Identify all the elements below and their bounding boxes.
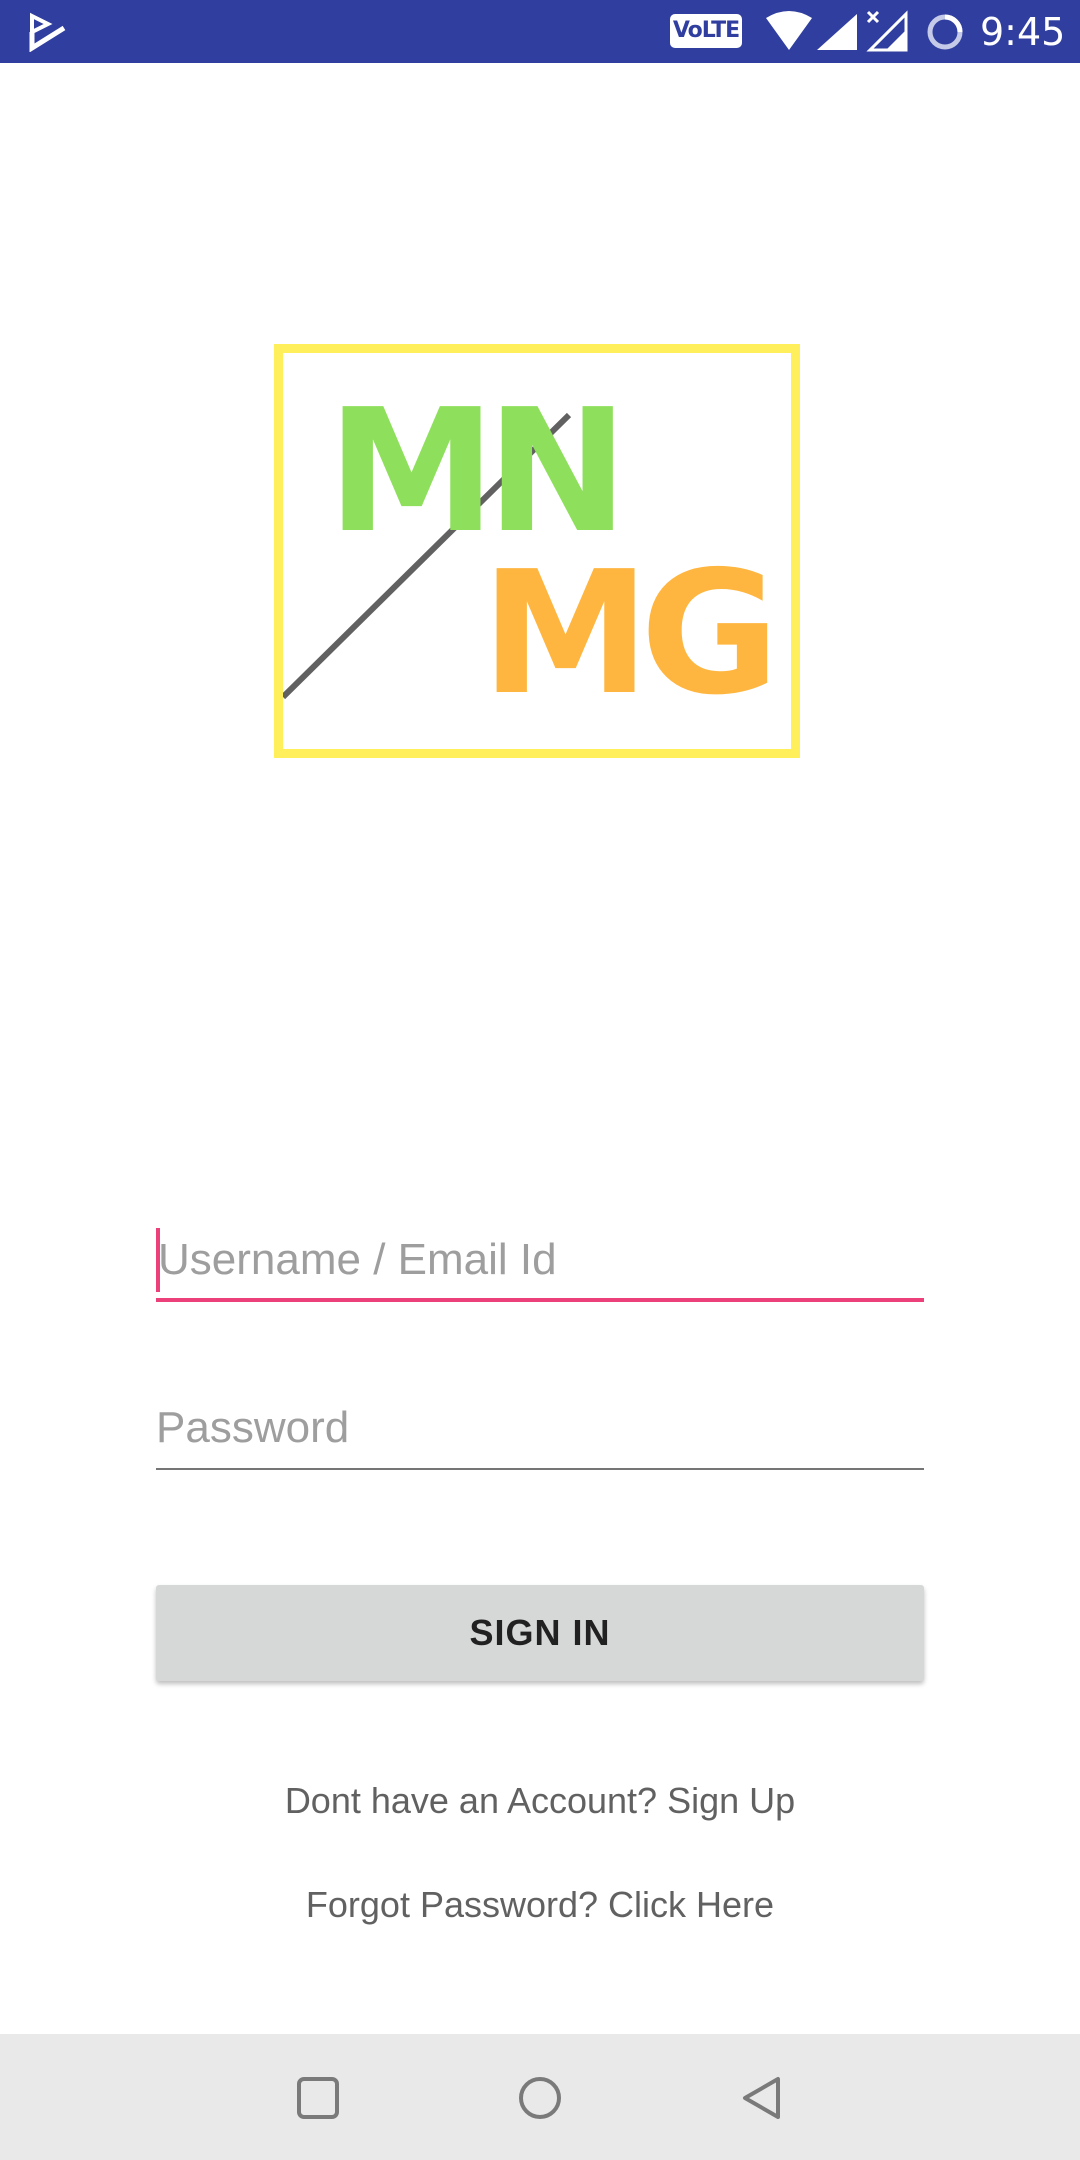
password-field [156, 1390, 924, 1470]
status-time: 9:45 [980, 10, 1066, 54]
username-field [156, 1222, 924, 1302]
login-screen: VoLTE 9:45 MN MG S [0, 0, 1080, 2160]
password-input[interactable] [156, 1390, 924, 1466]
home-icon[interactable] [516, 2074, 564, 2122]
logo-text-mg: MG [481, 535, 780, 733]
sync-icon [927, 14, 963, 50]
signal-icon [817, 14, 857, 50]
app-logo: MN MG [274, 344, 800, 758]
username-underline [156, 1298, 924, 1302]
signal-no-data-icon [866, 10, 908, 52]
status-bar: VoLTE 9:45 [0, 0, 1080, 63]
logo-text-mn: MN [327, 373, 628, 571]
back-icon[interactable] [738, 2074, 786, 2122]
sign-in-button[interactable]: SIGN IN [156, 1585, 924, 1681]
text-cursor [156, 1228, 160, 1292]
forgot-password-link[interactable]: Forgot Password? Click Here [0, 1884, 1080, 1926]
wifi-icon [766, 11, 812, 50]
username-input[interactable] [156, 1222, 924, 1298]
password-underline [156, 1468, 924, 1470]
sign-up-link[interactable]: Dont have an Account? Sign Up [0, 1780, 1080, 1822]
volte-icon: VoLTE [670, 14, 742, 48]
app-notification-icon [29, 12, 66, 52]
navigation-bar [0, 2034, 1080, 2160]
recents-icon[interactable] [294, 2074, 342, 2122]
